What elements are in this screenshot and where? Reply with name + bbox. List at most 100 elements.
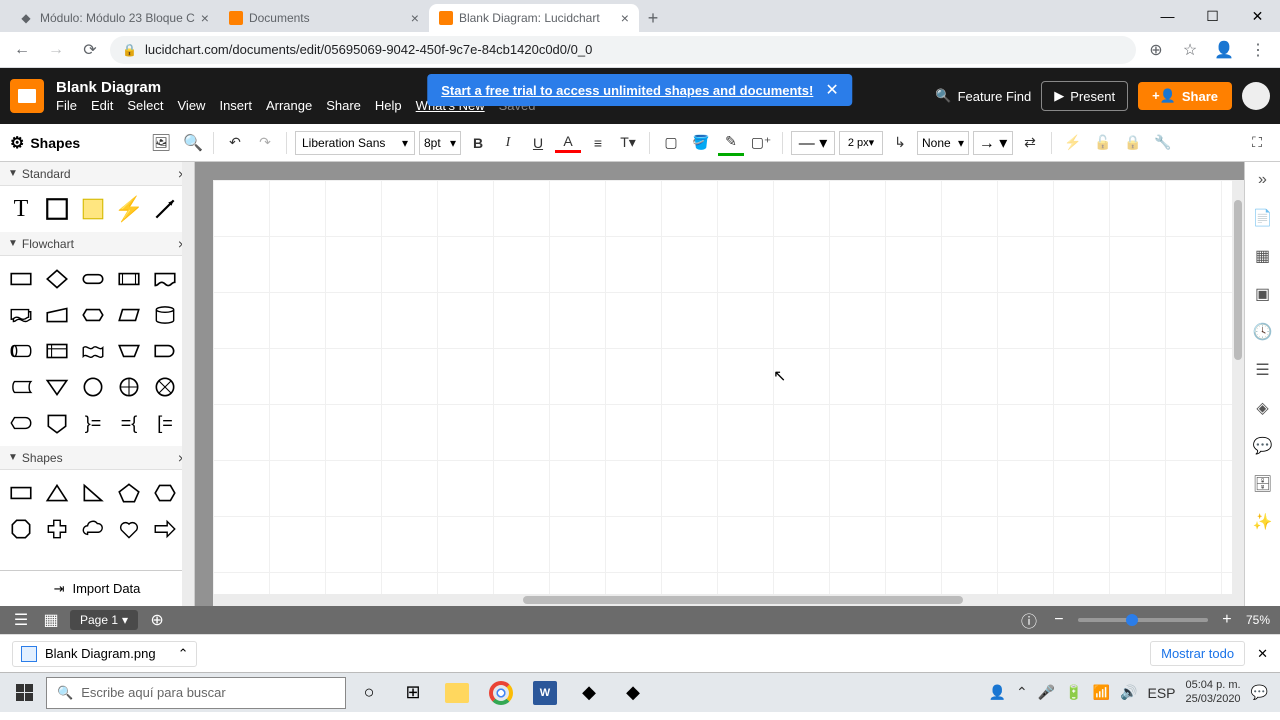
- shape-data[interactable]: [112, 298, 146, 332]
- collapse-icon[interactable]: »: [1251, 168, 1275, 192]
- browser-tab-3[interactable]: Blank Diagram: Lucidchart ×: [429, 4, 639, 32]
- undo-button[interactable]: ↶: [222, 130, 248, 156]
- shape-connector[interactable]: [76, 370, 110, 404]
- app-unknown-1[interactable]: ◆: [568, 673, 610, 713]
- line-color-button[interactable]: ✎: [718, 130, 744, 156]
- shape-manualinput[interactable]: [40, 298, 74, 332]
- horizontal-scrollbar[interactable]: [213, 594, 1244, 606]
- profile-icon[interactable]: 👤: [1210, 36, 1238, 64]
- search-icon[interactable]: 🔍: [181, 131, 205, 155]
- app-logo[interactable]: [10, 79, 44, 113]
- redo-button[interactable]: ↷: [252, 130, 278, 156]
- border-color-button[interactable]: ▢: [658, 130, 684, 156]
- section-standard[interactable]: ▼ Standard ×: [0, 162, 194, 186]
- page-icon[interactable]: 📄: [1251, 206, 1275, 230]
- banner-link[interactable]: Start a free trial to access unlimited s…: [441, 83, 813, 98]
- shape-right-triangle[interactable]: [76, 476, 110, 510]
- menu-view[interactable]: View: [178, 98, 206, 113]
- vertical-scrollbar[interactable]: [1232, 180, 1244, 594]
- shape-display[interactable]: [4, 406, 38, 440]
- shape-hotspot[interactable]: ⚡: [112, 192, 146, 226]
- shape-terminator[interactable]: [76, 262, 110, 296]
- arrow-end-select[interactable]: → ▾: [973, 131, 1013, 155]
- volume-icon[interactable]: 🔊: [1120, 684, 1137, 701]
- shape-delay[interactable]: [148, 334, 182, 368]
- close-icon[interactable]: ✕: [1257, 646, 1268, 662]
- shape-cloud[interactable]: [76, 512, 110, 546]
- shape-heart[interactable]: [112, 512, 146, 546]
- slideshow-icon[interactable]: ▦: [1251, 244, 1275, 268]
- menu-file[interactable]: File: [56, 98, 77, 113]
- shape-pentagon[interactable]: [112, 476, 146, 510]
- tray-chevron-icon[interactable]: ⌃: [1016, 684, 1028, 701]
- minimize-button[interactable]: —: [1145, 0, 1190, 32]
- app-unknown-2[interactable]: ◆: [612, 673, 654, 713]
- reload-button[interactable]: ⟳: [76, 36, 104, 64]
- shape-internalstorage[interactable]: [40, 334, 74, 368]
- browser-tab-1[interactable]: ◆ Módulo: Módulo 23 Bloque C ×: [8, 4, 219, 32]
- shape-summing[interactable]: [148, 370, 182, 404]
- text-options-button[interactable]: T▾: [615, 130, 641, 156]
- shape-brace-right[interactable]: }=: [76, 406, 110, 440]
- grid-view-icon[interactable]: ▦: [40, 609, 62, 631]
- menu-edit[interactable]: Edit: [91, 98, 113, 113]
- close-icon[interactable]: ×: [621, 10, 629, 26]
- swap-arrows-button[interactable]: ⇄: [1017, 130, 1043, 156]
- lock-icon[interactable]: 🔒: [1120, 130, 1146, 156]
- menu-help[interactable]: Help: [375, 98, 402, 113]
- start-button[interactable]: [4, 673, 44, 713]
- app-chrome[interactable]: [480, 673, 522, 713]
- battery-icon[interactable]: 🔋: [1065, 684, 1082, 701]
- menu-arrange[interactable]: Arrange: [266, 98, 312, 113]
- close-button[interactable]: ✕: [1235, 0, 1280, 32]
- layers-icon[interactable]: ☰: [1251, 358, 1275, 382]
- present-button[interactable]: ▶ Present: [1041, 81, 1128, 111]
- bold-button[interactable]: B: [465, 130, 491, 156]
- import-data-button[interactable]: ⇥ Import Data: [0, 570, 194, 606]
- wrench-icon[interactable]: 🔧: [1150, 130, 1176, 156]
- shape-text[interactable]: T: [4, 192, 38, 226]
- shape-manualop[interactable]: [112, 334, 146, 368]
- new-tab-button[interactable]: +: [639, 4, 667, 32]
- sidebar-scrollbar[interactable]: [182, 162, 194, 606]
- image-icon[interactable]: 🖼: [149, 131, 173, 155]
- shape-options-button[interactable]: ▢⁺: [748, 130, 774, 156]
- shape-papertape[interactable]: [76, 334, 110, 368]
- fill-color-button[interactable]: 🪣: [688, 130, 714, 156]
- shape-storeddata[interactable]: [4, 370, 38, 404]
- line-shape-button[interactable]: ↳: [887, 130, 913, 156]
- back-button[interactable]: ←: [8, 36, 36, 64]
- maximize-button[interactable]: ☐: [1190, 0, 1235, 32]
- bolt-icon[interactable]: ⚡: [1060, 130, 1086, 156]
- canvas[interactable]: ↖: [213, 180, 1232, 594]
- history-icon[interactable]: 🕓: [1251, 320, 1275, 344]
- shape-process[interactable]: [4, 262, 38, 296]
- shape-brace-left[interactable]: ={: [112, 406, 146, 440]
- taskbar-clock[interactable]: 05:04 p. m. 25/03/2020: [1186, 679, 1241, 705]
- arrow-start-select[interactable]: None▾: [917, 131, 969, 155]
- shape-offpage[interactable]: [40, 406, 74, 440]
- section-shapes[interactable]: ▼ Shapes ×: [0, 446, 194, 470]
- people-icon[interactable]: 👤: [989, 684, 1006, 701]
- shape-directdata[interactable]: [4, 334, 38, 368]
- data-icon[interactable]: 🗄: [1251, 472, 1275, 496]
- zoom-out-button[interactable]: −: [1048, 609, 1070, 631]
- mic-icon[interactable]: 🎤: [1038, 684, 1055, 701]
- shape-note-bracket[interactable]: [=: [148, 406, 182, 440]
- master-icon[interactable]: ◈: [1251, 396, 1275, 420]
- zoom-level[interactable]: 75%: [1246, 613, 1270, 627]
- presentation-icon[interactable]: ▣: [1251, 282, 1275, 306]
- shape-line[interactable]: [148, 192, 182, 226]
- menu-select[interactable]: Select: [127, 98, 163, 113]
- section-flowchart[interactable]: ▼ Flowchart ×: [0, 232, 194, 256]
- shape-predefined[interactable]: [112, 262, 146, 296]
- shape-document[interactable]: [148, 262, 182, 296]
- taskbar-search[interactable]: 🔍 Escribe aquí para buscar: [46, 677, 346, 709]
- line-style-select[interactable]: — ▾: [791, 131, 835, 155]
- underline-button[interactable]: U: [525, 130, 551, 156]
- bookmark-icon[interactable]: ☆: [1176, 36, 1204, 64]
- forward-button[interactable]: →: [42, 36, 70, 64]
- notifications-icon[interactable]: 💬: [1251, 684, 1268, 701]
- shape-triangle[interactable]: [40, 476, 74, 510]
- page-tab[interactable]: Page 1 ▾: [70, 610, 138, 630]
